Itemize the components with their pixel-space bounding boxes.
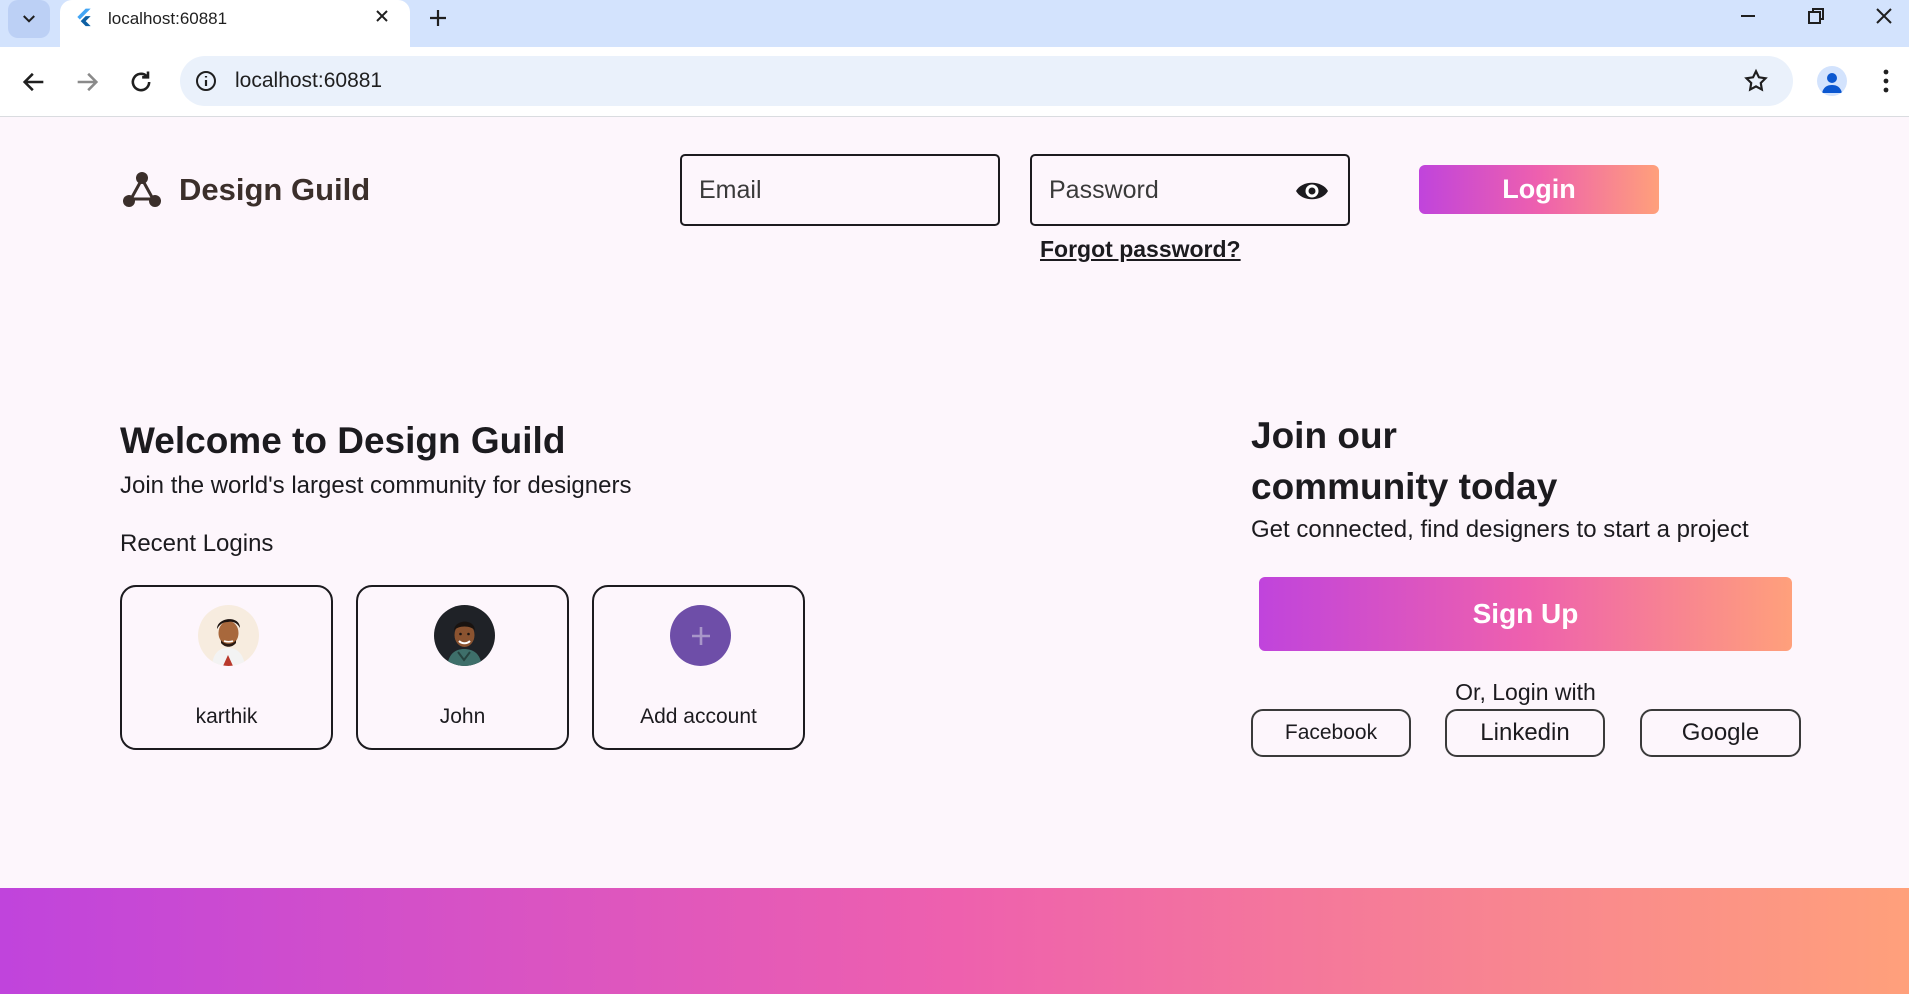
brand-name: Design Guild (179, 172, 371, 207)
welcome-title: Welcome to Design Guild (120, 420, 566, 461)
browser-tab[interactable]: localhost:60881 (60, 0, 410, 47)
sign-up-button[interactable]: Sign Up (1259, 577, 1792, 651)
recent-logins-title: Recent Logins (120, 530, 274, 557)
join-title-line2: community today (1251, 466, 1558, 507)
account-name: John (439, 705, 486, 728)
chevron-down-icon (23, 15, 35, 23)
tab-search-dropdown-button[interactable] (8, 0, 50, 38)
recent-login-card-karthik[interactable]: karthik (120, 585, 333, 750)
more-options-icon[interactable] (1874, 67, 1898, 95)
profile-avatar[interactable] (1817, 66, 1847, 96)
join-subtitle: Get connected, find designers to start a… (1251, 516, 1749, 543)
add-account-label: Add account (640, 705, 757, 728)
forward-arrow-icon[interactable] (73, 68, 101, 96)
browser-tab-strip: localhost:60881 (0, 0, 1909, 47)
facebook-login-button[interactable]: Facebook (1251, 709, 1411, 757)
avatar (198, 605, 259, 666)
minimize-icon[interactable] (1736, 4, 1760, 28)
avatar (434, 605, 495, 666)
join-title: Join our community today (1251, 410, 1557, 512)
add-account-card[interactable]: Add account (592, 585, 805, 750)
password-field[interactable] (1030, 154, 1350, 226)
bookmark-star-icon[interactable] (1743, 68, 1769, 94)
linkedin-login-button[interactable]: Linkedin (1445, 709, 1605, 757)
add-account-circle (670, 605, 731, 666)
browser-toolbar: localhost:60881 (0, 47, 1909, 117)
or-login-with-text: Or, Login with (1455, 679, 1596, 705)
brand: Design Guild (121, 170, 370, 210)
email-field[interactable] (680, 154, 1000, 226)
back-arrow-icon[interactable] (20, 68, 48, 96)
account-name: karthik (195, 705, 258, 728)
avatar-john-icon (434, 605, 495, 666)
address-bar[interactable]: localhost:60881 (180, 56, 1793, 106)
reload-icon[interactable] (127, 68, 155, 96)
forgot-password-link[interactable]: Forgot password? (1040, 236, 1241, 263)
close-tab-icon[interactable] (372, 6, 392, 26)
recent-login-card-john[interactable]: John (356, 585, 569, 750)
join-title-line1: Join our (1251, 415, 1397, 456)
flutter-favicon-icon (77, 8, 91, 27)
restore-icon[interactable] (1804, 4, 1828, 28)
google-login-button[interactable]: Google (1640, 709, 1801, 757)
new-tab-icon[interactable] (426, 6, 450, 30)
address-url: localhost:60881 (235, 69, 383, 92)
welcome-subtitle: Join the world's largest community for d… (120, 472, 632, 499)
plus-icon (691, 626, 710, 645)
brand-logo-icon (123, 172, 161, 207)
close-window-icon[interactable] (1872, 4, 1896, 28)
email-input[interactable] (682, 156, 998, 224)
avatar-karthik-icon (198, 605, 259, 666)
login-button[interactable]: Login (1419, 165, 1659, 214)
eye-visibility-icon[interactable] (1294, 177, 1330, 205)
site-info-icon[interactable] (194, 69, 218, 93)
person-icon (1822, 73, 1842, 93)
footer-gradient-band (0, 888, 1909, 994)
tab-title: localhost:60881 (108, 9, 228, 28)
